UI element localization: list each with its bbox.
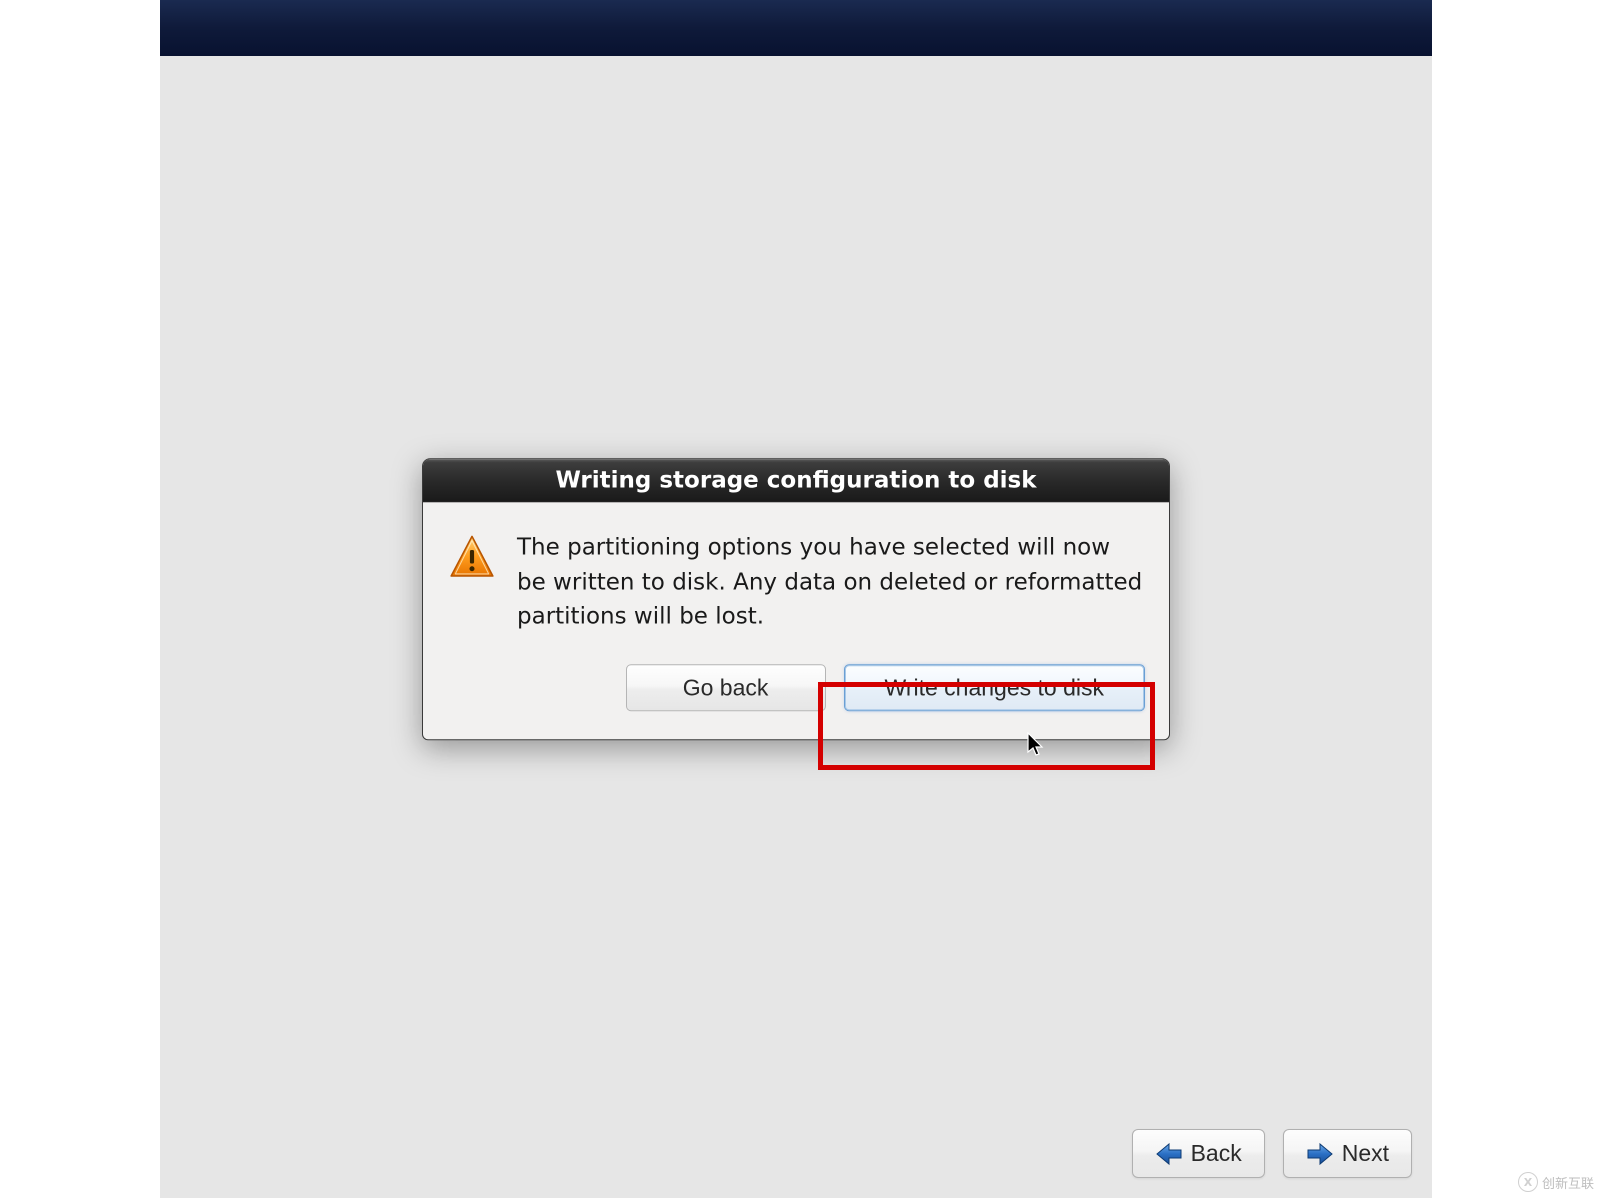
warning-icon: [447, 530, 497, 586]
dialog-body: The partitioning options you have select…: [423, 502, 1169, 652]
back-label: Back: [1191, 1140, 1242, 1167]
arrow-right-icon: [1306, 1142, 1334, 1166]
next-button[interactable]: Next: [1283, 1129, 1412, 1178]
watermark-badge: X: [1518, 1172, 1538, 1192]
watermark: X 创新互联: [1518, 1172, 1594, 1192]
dialog-message: The partitioning options you have select…: [517, 530, 1145, 634]
back-button[interactable]: Back: [1132, 1129, 1265, 1178]
dialog-button-row: Go back Write changes to disk: [423, 652, 1169, 739]
installer-window: Writing storage configuration to disk: [160, 0, 1432, 1198]
confirmation-dialog: Writing storage configuration to disk: [422, 458, 1170, 740]
next-label: Next: [1342, 1140, 1389, 1167]
dialog-title: Writing storage configuration to disk: [423, 459, 1169, 502]
write-changes-button[interactable]: Write changes to disk: [844, 664, 1145, 711]
header-banner: [160, 0, 1432, 56]
go-back-button[interactable]: Go back: [626, 664, 826, 711]
watermark-text: 创新互联: [1542, 1173, 1594, 1192]
wizard-nav: Back Next: [1132, 1129, 1412, 1178]
arrow-left-icon: [1155, 1142, 1183, 1166]
